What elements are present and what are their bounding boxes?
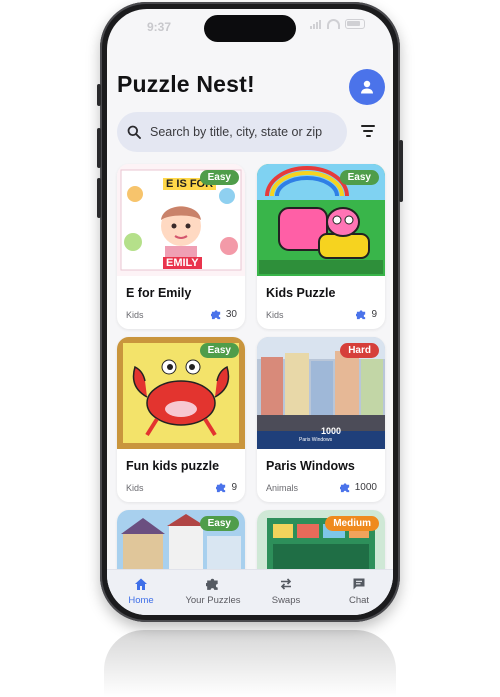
image-caption-bottom: EMILY (163, 257, 202, 269)
phone-side-button (97, 178, 101, 218)
piece-count: 1000 (339, 482, 377, 493)
puzzle-title: Paris Windows (266, 459, 355, 473)
puzzle-image: Easy (117, 337, 245, 449)
person-icon (361, 80, 373, 94)
puzzle-image: 1000 Paris Windows Hard (257, 337, 385, 449)
piece-count: 9 (356, 309, 377, 320)
puzzle-piece-icon (216, 483, 226, 493)
filter-icon (365, 135, 371, 137)
nav-label: Home (128, 595, 154, 606)
puzzle-image: E IS FOR EMILY Easy (117, 164, 245, 276)
piece-count: 9 (216, 482, 237, 493)
puzzle-title: E for Emily (126, 286, 192, 300)
swap-icon (280, 578, 292, 590)
status-bar: 9:37 (107, 9, 393, 49)
puzzle-piece-icon (210, 310, 221, 320)
puzzle-title: Fun kids puzzle (126, 459, 220, 473)
home-icon (135, 578, 147, 590)
piece-count: 30 (210, 309, 237, 320)
phone-reflection (104, 630, 396, 697)
puzzle-meta: Kids 30 (126, 309, 237, 320)
difficulty-badge: Easy (199, 343, 239, 358)
puzzle-meta: Kids 9 (266, 309, 377, 320)
difficulty-badge: Easy (199, 170, 239, 185)
search-icon (127, 125, 141, 139)
filter-button[interactable] (359, 122, 377, 140)
filter-icon (361, 125, 375, 127)
puzzle-category: Kids (266, 309, 284, 320)
puzzle-category: Kids (126, 309, 144, 320)
difficulty-badge: Hard (340, 343, 379, 358)
difficulty-badge: Easy (339, 170, 379, 185)
puzzle-meta: Animals 1000 (266, 482, 377, 493)
piece-count-value: 9 (231, 482, 237, 493)
battery-icon (345, 19, 365, 29)
puzzle-image: Easy (257, 164, 385, 276)
phone-side-button (97, 128, 101, 168)
puzzle-card[interactable]: Easy Fun kids puzzle Kids 9 (117, 337, 245, 502)
chat-icon (353, 578, 365, 590)
phone-side-button (399, 140, 403, 202)
app-screen: 9:37 Puzzle Nest! Search by title, city,… (107, 9, 393, 615)
puzzle-title: Kids Puzzle (266, 286, 336, 300)
puzzle-piece-icon (339, 483, 349, 493)
phone-side-button (97, 84, 101, 106)
puzzle-piece-icon (356, 310, 366, 320)
image-caption-top: 1000 (321, 426, 342, 436)
phone-mockup: 9:37 Puzzle Nest! Search by title, city,… (0, 0, 500, 697)
puzzle-icon (206, 578, 218, 590)
profile-avatar-button[interactable] (349, 69, 385, 105)
difficulty-badge: Medium (325, 516, 379, 531)
difficulty-badge: Easy (199, 516, 239, 531)
nav-label: Swaps (271, 595, 301, 606)
bottom-navigation: Home Your Puzzles Swaps Chat (107, 569, 393, 615)
nav-item-chat[interactable]: Chat (324, 577, 393, 606)
piece-count-value: 1000 (354, 482, 377, 493)
image-caption-bottom: Paris Windows (299, 437, 333, 443)
search-placeholder: Search by title, city, state or zip (150, 125, 323, 139)
wifi-icon (327, 19, 340, 29)
puzzle-card[interactable]: Easy Kids Puzzle Kids 9 (257, 164, 385, 329)
puzzle-meta: Kids 9 (126, 482, 237, 493)
puzzle-card[interactable]: 1000 Paris Windows Hard Paris Windows An… (257, 337, 385, 502)
nav-item-swaps[interactable]: Swaps (251, 577, 321, 606)
nav-label: Chat (348, 595, 370, 606)
filter-icon (363, 130, 373, 132)
page-title: Puzzle Nest! (117, 71, 255, 97)
puzzle-category: Animals (266, 482, 299, 493)
piece-count-value: 30 (225, 309, 237, 320)
puzzle-card[interactable]: E IS FOR EMILY Easy E for Emily Kids 30 (117, 164, 245, 329)
nav-label: Your Puzzles (185, 595, 241, 606)
search-input[interactable]: Search by title, city, state or zip (117, 112, 347, 152)
piece-count-value: 9 (371, 309, 377, 320)
puzzle-category: Kids (126, 482, 144, 493)
dynamic-island (204, 15, 296, 42)
nav-item-your-puzzles[interactable]: Your Puzzles (178, 577, 248, 606)
status-icons (310, 19, 365, 29)
nav-item-home[interactable]: Home (107, 577, 176, 606)
signal-icon (310, 19, 322, 29)
status-time: 9:37 (147, 20, 172, 34)
